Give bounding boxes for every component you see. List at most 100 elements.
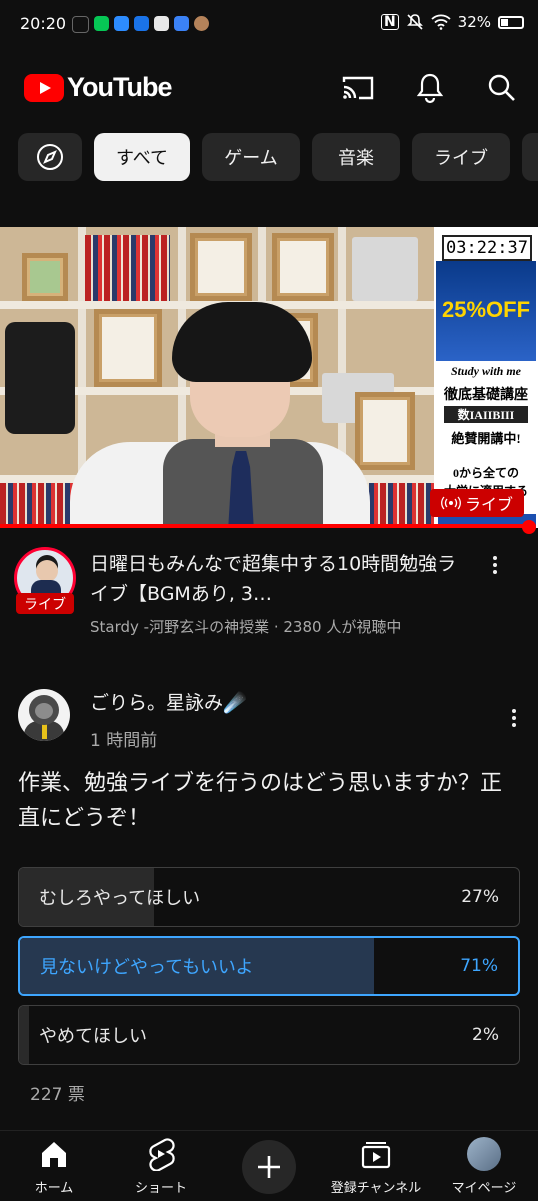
nav-subscriptions-label: 登録チャンネル — [330, 1181, 422, 1196]
ad-discount-text: 25%OFF — [441, 297, 531, 322]
certificate-frame — [22, 253, 68, 301]
status-right: N 32% — [380, 13, 524, 31]
chip-games[interactable]: ゲーム — [202, 133, 300, 181]
avatar-tie — [42, 723, 47, 739]
post-text: 作業、勉強ライブを行うのはどう思いますか？正直にどうぞ！ — [18, 771, 503, 831]
top-app-bar: YouTube — [0, 58, 538, 118]
bell-icon — [416, 73, 444, 104]
poll-option-label: 見ないけどやってもいいよ — [40, 957, 254, 978]
search-button[interactable] — [482, 68, 522, 108]
explore-button[interactable] — [18, 133, 82, 181]
user-avatar — [467, 1137, 501, 1171]
poll-option-label: むしろやってほしい — [39, 888, 201, 909]
post-author-name[interactable]: ごりら。星詠み☄️ — [90, 688, 247, 715]
live-progress-bar — [0, 524, 532, 528]
channel-live-label: ライブ — [16, 593, 74, 614]
ad-course-text: 徹底基礎講座 — [444, 388, 528, 403]
nav-shorts[interactable]: ショート — [111, 1131, 211, 1201]
video-title[interactable]: 日曜日もみんなで超集中する10時間勉強ライブ【BGMあり, 3… — [90, 549, 470, 609]
book-spines — [85, 235, 170, 301]
plus-icon — [258, 1156, 280, 1178]
cast-icon — [342, 76, 374, 100]
cast-button[interactable] — [338, 68, 378, 108]
ad-subject-text: 数IAIIBIII — [444, 406, 528, 423]
nav-home[interactable]: ホーム — [4, 1131, 104, 1201]
create-button[interactable] — [242, 1140, 296, 1194]
mypage-avatar — [467, 1137, 501, 1171]
tiktok-icon — [72, 16, 89, 33]
app-icon — [174, 16, 189, 31]
dot — [512, 709, 516, 713]
poll-vote-count: 227 票 — [30, 1085, 85, 1105]
dot — [493, 563, 497, 567]
poll-option-percent: 27% — [461, 887, 499, 907]
nav-shorts-label: ショート — [134, 1181, 187, 1196]
filter-chips: すべて ゲーム 音楽 ライブ — [18, 133, 538, 181]
nav-subscriptions[interactable]: 登録チャンネル — [326, 1131, 426, 1201]
live-badge: ライブ — [430, 489, 524, 517]
progress-scrubber[interactable] — [522, 520, 536, 534]
youtube-wordmark: YouTube — [67, 72, 172, 102]
backpack — [5, 322, 75, 434]
ad-study-text: Study with me — [450, 364, 521, 378]
subscriptions-icon — [359, 1137, 393, 1171]
mute-icon — [406, 14, 423, 30]
battery-percent: 32% — [457, 13, 491, 31]
youtube-play-icon — [24, 73, 64, 102]
avatar-face — [35, 703, 53, 719]
post-timestamp: 1 時間前 — [90, 731, 158, 751]
status-bar: 20:20 N 32% — [0, 0, 538, 50]
chip-music[interactable]: 音楽 — [312, 133, 400, 181]
poll-option-fill — [19, 1006, 29, 1064]
notification-icons — [72, 16, 209, 33]
ad-sale-text: 絶賛開講中! — [451, 431, 521, 446]
certificate-frame — [94, 309, 162, 387]
dot — [512, 723, 516, 727]
nav-mypage[interactable]: マイページ — [434, 1131, 534, 1201]
dot — [512, 716, 516, 720]
nfc-icon: N — [380, 14, 399, 30]
video-more-button[interactable] — [483, 551, 507, 579]
poll-option-percent: 2% — [472, 1025, 499, 1045]
poll-option-label: やめてほしい — [39, 1026, 147, 1047]
certificate-frame — [190, 233, 252, 301]
poll-option-selected[interactable]: 見ないけどやってもいいよ 71% — [18, 936, 520, 996]
ad-note-text: 0から全ての — [452, 466, 519, 480]
app-icon — [154, 16, 169, 31]
shorts-icon — [144, 1137, 178, 1171]
video-meta: Stardy -河野玄斗の神授業 · 2380 人が視聴中 — [90, 618, 402, 636]
study-timer: 03:22:37 — [442, 235, 532, 261]
live-badge-label: ライブ — [464, 495, 513, 514]
app-icon — [114, 16, 129, 31]
certificate-frame — [272, 233, 334, 301]
person-hair — [172, 302, 312, 382]
youtube-logo[interactable]: YouTube — [24, 72, 172, 103]
search-icon — [488, 74, 515, 101]
chip-all[interactable]: すべて — [94, 133, 190, 181]
poll-option[interactable]: やめてほしい 2% — [18, 1005, 520, 1065]
broadcast-icon — [441, 496, 461, 510]
certificate-frame — [355, 392, 415, 470]
nav-home-label: ホーム — [34, 1181, 74, 1196]
avatar-head — [36, 560, 58, 582]
chip-more[interactable] — [522, 133, 538, 181]
compass-icon — [37, 144, 63, 170]
poll-option-percent: 71% — [460, 956, 498, 976]
wifi-icon — [431, 14, 451, 30]
mail-icon — [134, 16, 149, 31]
post-author-avatar[interactable] — [18, 689, 70, 741]
silver-play-button-plaque — [352, 237, 418, 301]
notifications-button[interactable] — [410, 68, 450, 108]
post-more-button[interactable] — [502, 704, 526, 732]
battery-icon — [498, 15, 524, 29]
poll-option[interactable]: むしろやってほしい 27% — [18, 867, 520, 927]
line-icon — [94, 16, 109, 31]
video-thumbnail[interactable]: 25%OFF Study with me 徹底基礎講座 数IAIIBIII 絶賛… — [0, 227, 538, 528]
nav-mypage-label: マイページ — [451, 1181, 517, 1196]
dot — [493, 556, 497, 560]
home-icon — [37, 1137, 71, 1171]
status-time: 20:20 — [20, 14, 67, 33]
chip-live[interactable]: ライブ — [412, 133, 510, 181]
dot — [493, 570, 497, 574]
avatar-icon — [194, 16, 209, 31]
